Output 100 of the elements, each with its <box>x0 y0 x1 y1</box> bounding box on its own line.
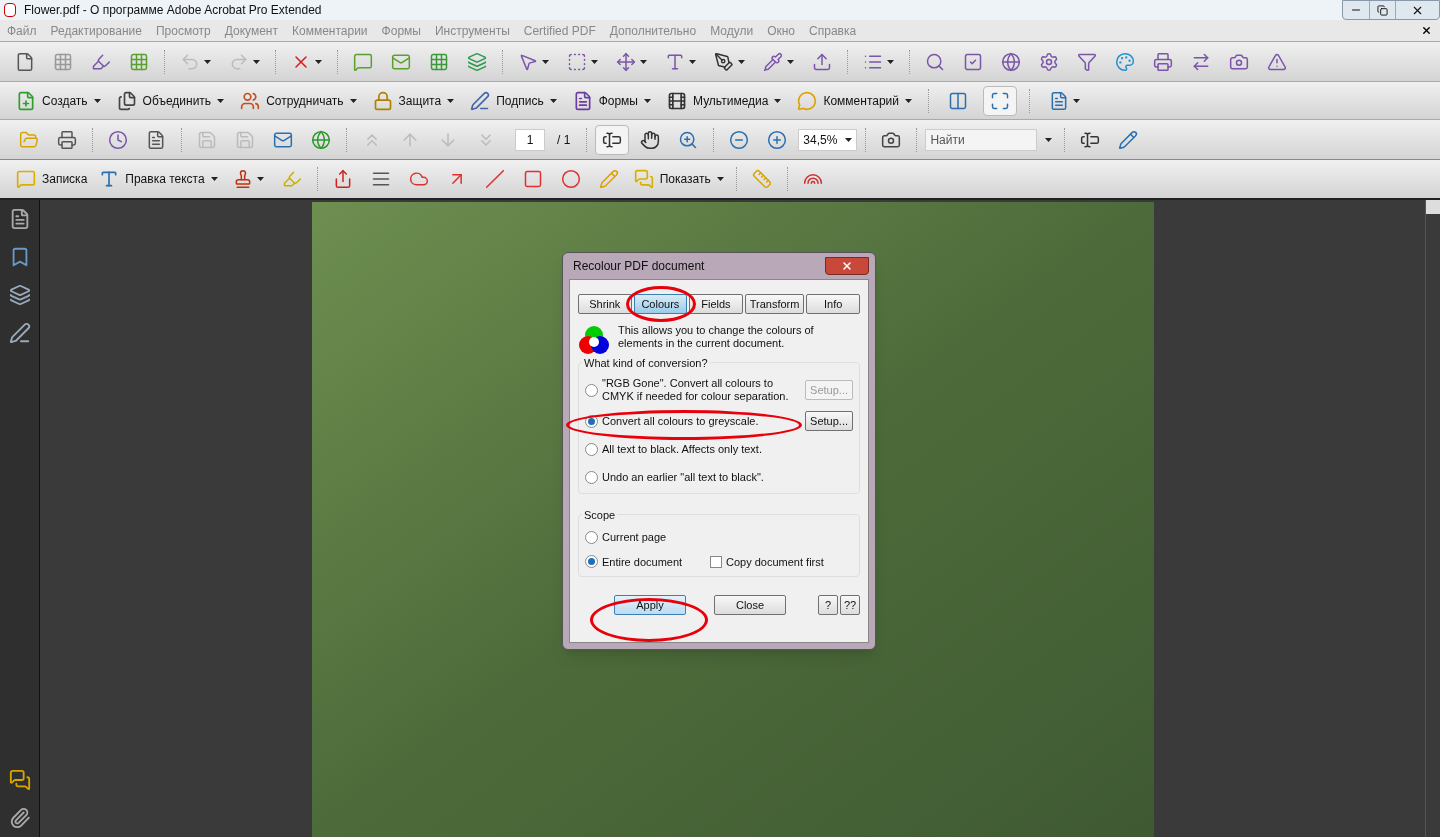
caret-icon <box>549 98 557 103</box>
radio-button[interactable] <box>585 383 598 397</box>
printer-icon <box>1153 51 1173 72</box>
caret-icon <box>447 98 455 103</box>
speech-bubble-icon <box>797 90 818 111</box>
page-number-field[interactable]: 1 <box>515 128 545 151</box>
option-label: Entire document <box>602 554 684 570</box>
checkbox-label: Copy document first <box>726 554 824 570</box>
pipette-icon <box>763 51 783 72</box>
hand-icon <box>640 129 661 150</box>
toolbar-menu-button[interactable]: Создать <box>12 86 105 115</box>
radio-button[interactable] <box>585 470 598 484</box>
line-icon <box>484 169 505 189</box>
dialog-button[interactable]: ? <box>818 595 838 615</box>
edit-icon <box>1118 129 1139 150</box>
caret-icon <box>689 59 696 64</box>
dialog-title: Recolour PDF document <box>573 258 705 275</box>
speech-bubble-icon <box>16 169 36 189</box>
speech-bubbles-icon[interactable] <box>8 769 31 791</box>
zoom-field[interactable]: 34,5% <box>798 128 858 151</box>
caret-icon <box>887 59 894 64</box>
option-label: "RGB Gone". Convert all colours to CMYK if needed for colour separation. <box>602 377 790 403</box>
close-button[interactable] <box>825 257 869 275</box>
ellipse-icon <box>560 169 581 189</box>
caret-icon <box>640 59 647 64</box>
move-icon <box>616 51 636 72</box>
layers-icon[interactable] <box>8 284 31 306</box>
grid-icon <box>129 51 149 72</box>
toolbar-menu-button[interactable]: Формы <box>568 86 655 115</box>
option-label: All text to black. Affects only text. <box>602 442 763 456</box>
caret-icon <box>256 177 264 181</box>
toolbar-button[interactable] <box>595 124 630 155</box>
toolbar-menu-button[interactable]: Сотрудничать <box>236 86 361 115</box>
caret-icon <box>774 98 782 103</box>
description-text: This allows you to change the colours of elements in the current document. <box>618 324 815 350</box>
fit-page-icon <box>990 90 1010 111</box>
add-file-icon <box>16 90 36 111</box>
dialog-button[interactable]: ?? <box>840 595 860 615</box>
toolbar-menu-button[interactable]: Комментарий <box>793 86 916 115</box>
funnel-icon <box>1077 51 1097 72</box>
save-icon <box>235 129 255 150</box>
caret-icon <box>210 177 218 181</box>
files-icon <box>116 90 137 111</box>
signature-icon[interactable] <box>8 322 31 344</box>
toolbar-menu-button[interactable]: Подпись <box>466 86 561 115</box>
toolbar-menu-button[interactable]: Правка текста <box>95 165 222 193</box>
tab[interactable]: Transform <box>744 294 805 314</box>
tab[interactable]: Shrink <box>578 294 632 314</box>
highlighter-icon <box>281 169 302 189</box>
setup-button[interactable]: Setup... <box>805 411 853 431</box>
radio-button[interactable] <box>585 530 598 544</box>
toolbar-menu-button[interactable]: Записка <box>12 165 92 193</box>
lock-icon <box>372 90 393 111</box>
folder-icon <box>19 129 39 150</box>
caret-icon <box>349 98 357 103</box>
caret-icon <box>315 59 322 64</box>
pattern-icon <box>429 51 449 72</box>
close-icon[interactable] <box>1421 25 1432 36</box>
caret-icon <box>716 177 724 181</box>
toolbar-menu-button[interactable]: Объединить <box>112 86 229 115</box>
dialog-button[interactable]: Apply <box>614 595 686 615</box>
toolbar-menu-button[interactable]: Защита <box>368 86 459 115</box>
toolbar-menu-button[interactable]: Показать <box>629 165 728 193</box>
layers-icon <box>467 51 487 72</box>
caret-icon <box>845 137 853 142</box>
caret-icon <box>1073 98 1080 103</box>
dialog-button[interactable]: Close <box>714 595 786 615</box>
restore-icon <box>1377 4 1388 16</box>
radio-button[interactable] <box>585 555 598 569</box>
caret-icon <box>204 59 211 64</box>
paperclip-icon[interactable] <box>8 807 31 829</box>
page-total: / 1 <box>557 131 571 149</box>
globe-icon <box>311 129 331 150</box>
upload-icon <box>812 51 832 72</box>
caret-icon <box>644 98 651 103</box>
document-icon <box>15 51 35 72</box>
highlight-ellipse <box>626 286 696 322</box>
save-icon <box>197 129 217 150</box>
option-label: Current page <box>602 530 668 545</box>
window-title: Flower.pdf - О программе Adobe Acrobat Pro Extended <box>24 2 322 19</box>
caret-icon <box>787 59 794 64</box>
close-icon <box>841 260 853 272</box>
radio-button[interactable] <box>585 442 598 456</box>
warning-icon <box>1267 51 1287 72</box>
toolbar-menu-button[interactable]: Мультимедиа <box>663 86 786 115</box>
grid-icon <box>53 51 73 72</box>
film-icon <box>667 90 687 111</box>
tab[interactable]: Info <box>806 294 861 314</box>
ruler-icon <box>751 169 772 189</box>
tab[interactable]: Colours <box>633 294 688 314</box>
pen-nib-icon <box>714 51 734 72</box>
caret-icon <box>1045 137 1053 142</box>
search-field[interactable]: Найти <box>925 128 1038 151</box>
tab[interactable]: Fields <box>689 294 743 314</box>
zoom-in-icon <box>767 129 788 150</box>
pdf-file-icon <box>4 3 16 17</box>
caret-icon <box>738 59 745 64</box>
pencil-icon <box>598 169 619 189</box>
color-circles-icon <box>578 324 610 356</box>
checkbox[interactable] <box>710 555 722 568</box>
